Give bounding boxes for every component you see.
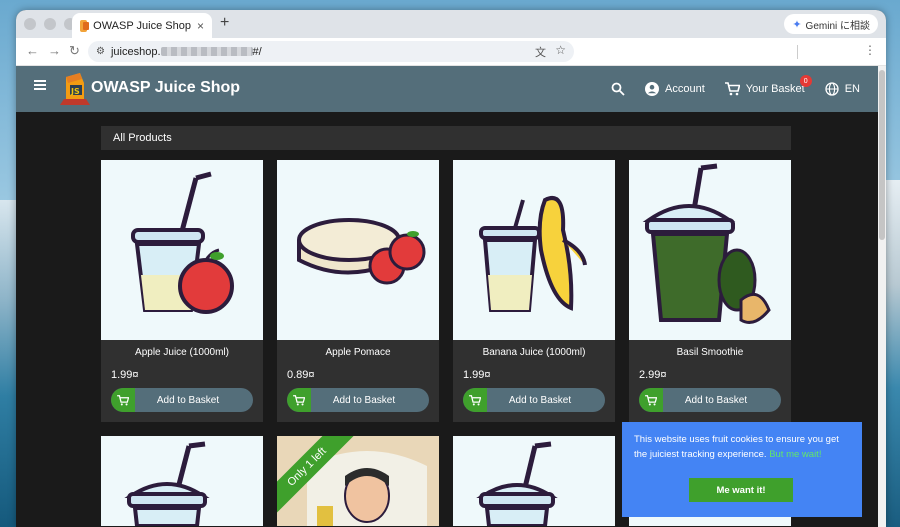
language-label: EN bbox=[844, 83, 860, 95]
toolbar-divider bbox=[797, 45, 798, 59]
product-name: Apple Pomace bbox=[325, 347, 391, 358]
product-price: 1.99¤ bbox=[111, 369, 139, 381]
new-tab-button[interactable]: + bbox=[220, 14, 229, 32]
close-window-dot[interactable] bbox=[24, 18, 36, 30]
shopping-cart-icon bbox=[724, 82, 740, 96]
product-image[interactable]: Only 1 left bbox=[277, 436, 439, 526]
basket-label: Your Basket bbox=[745, 83, 805, 95]
minimize-window-dot[interactable] bbox=[44, 18, 56, 30]
more-icon[interactable]: ⋮ bbox=[864, 43, 876, 57]
page-scrollbar[interactable] bbox=[878, 66, 886, 527]
cookie-accept-button[interactable]: Me want it! bbox=[689, 478, 793, 502]
juice-shop-favicon-icon bbox=[80, 19, 90, 32]
product-price: 0.89¤ bbox=[287, 369, 315, 381]
add-cart-icon bbox=[639, 388, 663, 412]
address-bar-row: ← → ↻ ⚙ juiceshop. #/ 文 ☆ ⋮ bbox=[16, 38, 886, 66]
bookmark-star-icon[interactable]: ☆ bbox=[555, 43, 566, 57]
tab-bar: OWASP Juice Shop × + ✦ Gemini に相談 bbox=[16, 10, 886, 38]
product-image[interactable] bbox=[277, 160, 439, 340]
product-card[interactable] bbox=[101, 436, 263, 526]
product-name: Basil Smoothie bbox=[676, 347, 744, 358]
url-path: #/ bbox=[252, 45, 262, 58]
globe-icon bbox=[825, 82, 839, 96]
add-to-basket-label: Add to Basket bbox=[508, 394, 572, 406]
gemini-label: Gemini に相談 bbox=[805, 20, 870, 32]
toolbar-actions: Account Your Basket 0 EN bbox=[611, 66, 860, 112]
product-card[interactable]: Apple Juice (1000ml) 1.99¤ Add to Basket bbox=[101, 160, 263, 422]
add-to-basket-button[interactable]: Add to Basket bbox=[639, 388, 781, 412]
product-image[interactable] bbox=[453, 160, 615, 340]
product-image[interactable] bbox=[101, 160, 263, 340]
account-label: Account bbox=[665, 83, 705, 95]
add-cart-icon bbox=[287, 388, 311, 412]
product-card[interactable]: Banana Juice (1000ml) 1.99¤ Add to Baske… bbox=[453, 160, 615, 422]
juice-shop-logo[interactable]: JS bbox=[60, 71, 90, 107]
all-products-heading: All Products bbox=[101, 126, 791, 150]
product-card[interactable]: Only 1 left bbox=[277, 436, 439, 526]
tab-close-icon[interactable]: × bbox=[197, 19, 204, 33]
product-name: Banana Juice (1000ml) bbox=[482, 347, 586, 358]
product-image[interactable] bbox=[629, 160, 791, 340]
apple-juice-illustration bbox=[131, 171, 234, 314]
gemini-button[interactable]: ✦ Gemini に相談 bbox=[784, 14, 878, 34]
product-image[interactable] bbox=[453, 436, 615, 526]
app-toolbar: JS OWASP Juice Shop Account Your Basket … bbox=[16, 66, 878, 112]
svg-text:JS: JS bbox=[70, 87, 80, 96]
juice-cup-illustration bbox=[124, 441, 210, 526]
browser-tab[interactable]: OWASP Juice Shop × bbox=[72, 13, 212, 38]
cookie-learn-more-link[interactable]: But me wait! bbox=[769, 449, 821, 460]
scrollbar-thumb[interactable] bbox=[879, 70, 885, 240]
product-price: 2.99¤ bbox=[639, 369, 667, 381]
forward-icon[interactable]: → bbox=[48, 43, 61, 58]
account-button[interactable]: Account bbox=[645, 82, 705, 96]
basil-smoothie-illustration bbox=[642, 163, 771, 324]
add-to-basket-button[interactable]: Add to Basket bbox=[463, 388, 605, 412]
product-card[interactable]: Apple Pomace 0.89¤ Add to Basket bbox=[277, 160, 439, 422]
add-to-basket-button[interactable]: Add to Basket bbox=[111, 388, 253, 412]
app-brand-title[interactable]: OWASP Juice Shop bbox=[91, 79, 240, 97]
tab-title: OWASP Juice Shop bbox=[93, 19, 191, 32]
url-host: juiceshop. bbox=[110, 45, 161, 58]
banana-juice-illustration bbox=[479, 196, 587, 312]
search-button[interactable] bbox=[611, 82, 625, 96]
desktop-background-left bbox=[0, 200, 16, 527]
product-card[interactable]: Basil Smoothie 2.99¤ Add to Basket bbox=[629, 160, 791, 422]
search-icon bbox=[611, 82, 625, 96]
window-controls[interactable] bbox=[24, 18, 76, 30]
account-circle-icon bbox=[645, 82, 660, 96]
product-card[interactable] bbox=[453, 436, 615, 526]
tune-icon[interactable]: ⚙ bbox=[96, 46, 105, 57]
basket-count-badge: 0 bbox=[799, 75, 812, 87]
language-button[interactable]: EN bbox=[825, 82, 860, 96]
add-to-basket-label: Add to Basket bbox=[156, 394, 220, 406]
cookie-consent-banner: This website uses fruit cookies to ensur… bbox=[622, 422, 862, 517]
desktop-background-right bbox=[884, 180, 900, 527]
add-to-basket-button[interactable]: Add to Basket bbox=[287, 388, 429, 412]
apple-pomace-illustration bbox=[297, 218, 426, 285]
menu-icon[interactable] bbox=[34, 80, 46, 90]
add-cart-icon bbox=[111, 388, 135, 412]
product-image[interactable] bbox=[101, 436, 263, 526]
reload-icon[interactable]: ↻ bbox=[69, 43, 80, 59]
product-price: 1.99¤ bbox=[463, 369, 491, 381]
omnibox[interactable]: ⚙ juiceshop. #/ 文 ☆ bbox=[88, 41, 574, 62]
url-text[interactable]: juiceshop. #/ bbox=[111, 46, 262, 58]
basket-button[interactable]: Your Basket 0 bbox=[724, 75, 812, 96]
url-redacted bbox=[160, 47, 253, 57]
back-icon[interactable]: ← bbox=[26, 43, 39, 58]
translate-icon[interactable]: 文 bbox=[535, 44, 546, 60]
product-name: Apple Juice (1000ml) bbox=[135, 347, 229, 358]
juice-cup-illustration bbox=[476, 441, 558, 526]
add-cart-icon bbox=[463, 388, 487, 412]
add-to-basket-label: Add to Basket bbox=[684, 394, 748, 406]
add-to-basket-label: Add to Basket bbox=[332, 394, 396, 406]
gemini-sparkle-icon: ✦ bbox=[792, 18, 802, 31]
